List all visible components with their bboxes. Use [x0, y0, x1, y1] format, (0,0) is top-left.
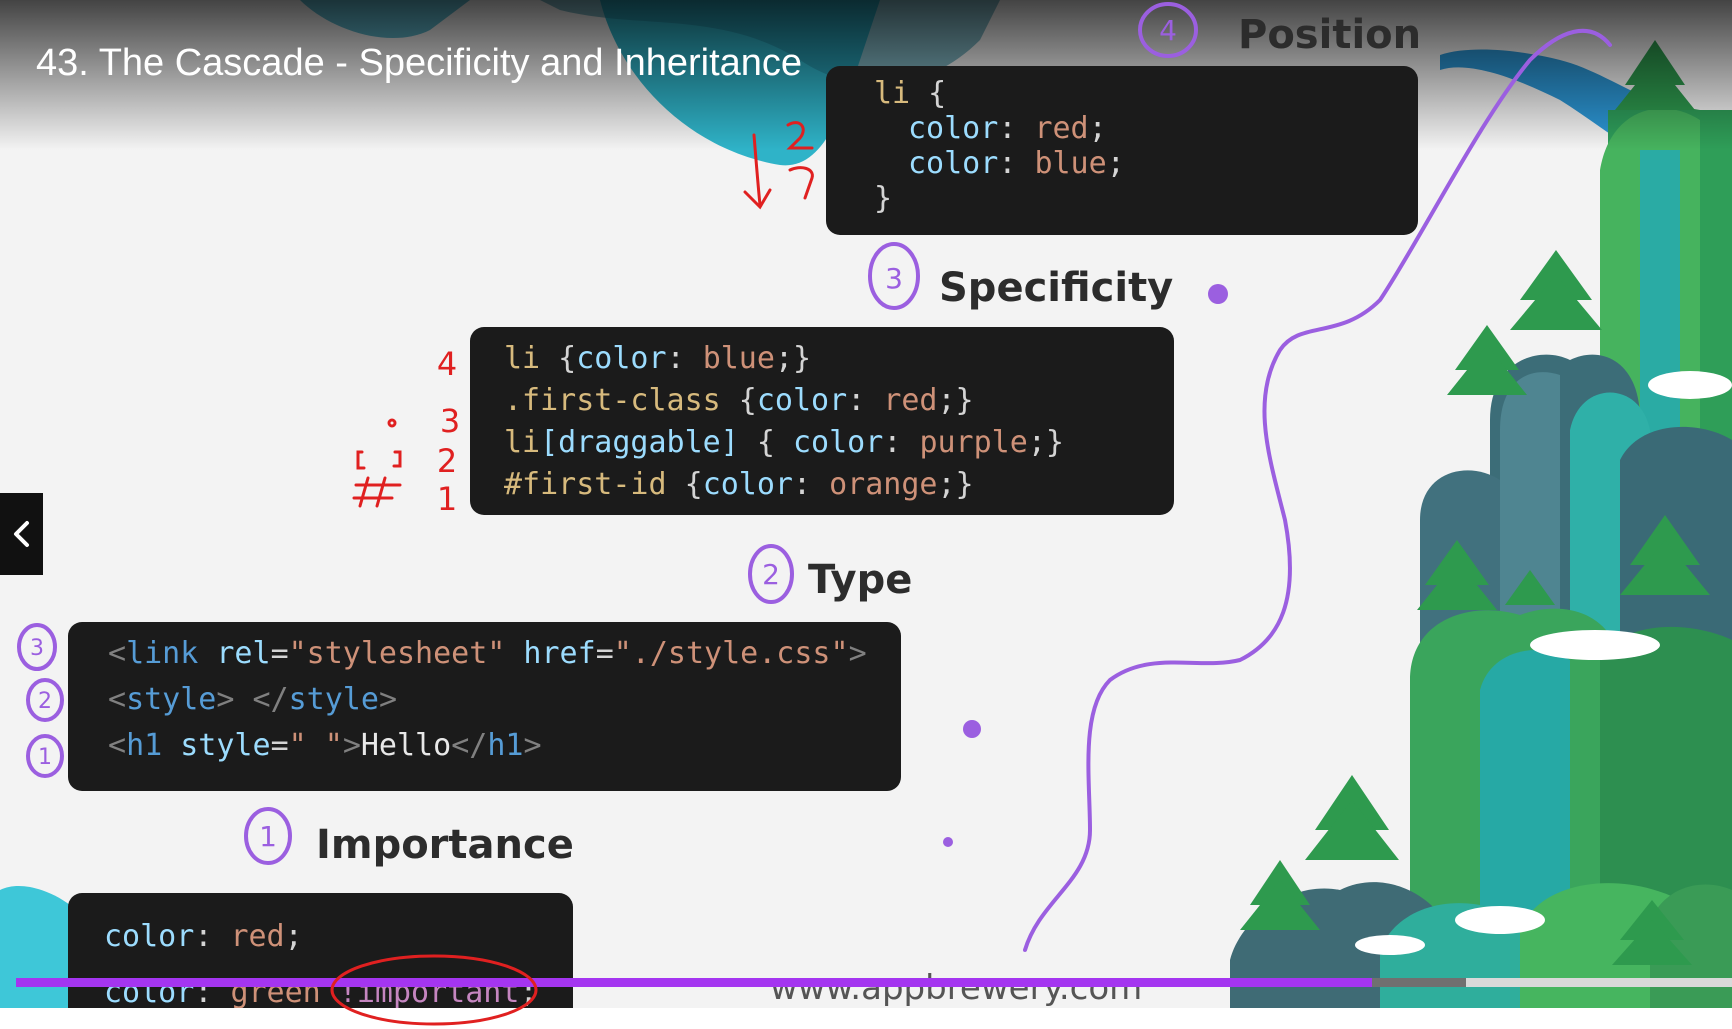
- code-bracket: <: [108, 636, 127, 671]
- code-property: color: [908, 111, 999, 146]
- code-property: color: [756, 383, 848, 418]
- code-property: color: [702, 467, 793, 502]
- code-string: "stylesheet": [288, 636, 506, 671]
- code-selector: li: [504, 341, 541, 376]
- code-selector: .first-class: [504, 383, 721, 418]
- video-title: 43. The Cascade - Specificity and Inheri…: [36, 42, 803, 84]
- code-string: "./style.css": [613, 636, 849, 671]
- code-attribute: rel: [198, 636, 271, 671]
- code-value: blue: [1034, 146, 1107, 181]
- code-tag: h1: [126, 728, 163, 763]
- type-code-block: <link rel="stylesheet" href="./style.css…: [68, 622, 901, 791]
- importance-heading: Importance: [316, 822, 574, 868]
- importance-code-block: color: red; color: green !important;: [68, 893, 573, 1008]
- position-heading: Position: [1238, 12, 1422, 58]
- code-punctuation: :: [883, 425, 920, 460]
- code-value: orange: [829, 467, 938, 502]
- code-punctuation: :: [998, 146, 1035, 181]
- code-punctuation: ;: [284, 919, 303, 954]
- code-punctuation: :: [793, 467, 830, 502]
- code-value: red: [1034, 111, 1089, 146]
- code-punctuation: =: [270, 636, 289, 671]
- code-attribute: href: [505, 636, 596, 671]
- code-property: color: [793, 425, 884, 460]
- video-progress-bar[interactable]: [16, 978, 1732, 987]
- code-selector: #first-id: [504, 467, 667, 502]
- code-punctuation: ;}: [1027, 425, 1064, 460]
- code-punctuation: ;}: [937, 467, 974, 502]
- code-property: color: [104, 919, 195, 954]
- code-value: purple: [919, 425, 1028, 460]
- code-punctuation: ;: [1088, 111, 1107, 146]
- chevron-left-icon: [13, 521, 29, 547]
- code-line: <link rel="stylesheet" href="./style.css…: [108, 636, 867, 671]
- watermark: www.appbrewery.com: [770, 968, 1143, 1008]
- code-punctuation: ;: [1106, 146, 1125, 181]
- code-line: <style> </style>: [108, 682, 397, 717]
- code-line: }: [874, 181, 893, 216]
- code-punctuation: {: [540, 341, 577, 376]
- code-punctuation: :: [194, 919, 231, 954]
- code-bracket: <: [108, 682, 127, 717]
- code-value: blue: [702, 341, 775, 376]
- code-punctuation: ;}: [774, 341, 812, 376]
- code-value: red: [883, 383, 938, 418]
- specificity-heading: Specificity: [939, 265, 1174, 311]
- specificity-code-block: li {color: blue;} .first-class {color: r…: [470, 327, 1174, 515]
- player-bottom-strip: [0, 1008, 1732, 1029]
- code-bracket: >: [378, 682, 397, 717]
- code-line: li[draggable] { color: purple;}: [504, 425, 1064, 460]
- code-punctuation: ;}: [937, 383, 974, 418]
- type-heading: Type: [808, 557, 913, 603]
- code-line: color: red;: [908, 111, 1107, 146]
- code-text: Hello: [360, 728, 452, 763]
- code-line: li {color: blue;}: [504, 341, 811, 376]
- code-selector: li: [504, 425, 541, 460]
- position-code-block: li { color: red; color: blue; }: [826, 66, 1418, 235]
- code-bracket: >: [523, 728, 542, 763]
- code-selector: li: [874, 76, 911, 111]
- code-tag: style: [288, 682, 379, 717]
- code-value: red: [230, 919, 285, 954]
- code-tag: style: [126, 682, 217, 717]
- code-punctuation: =: [270, 728, 289, 763]
- code-bracket: > </: [216, 682, 289, 717]
- code-punctuation: {: [720, 383, 757, 418]
- code-line: .first-class {color: red;}: [504, 383, 974, 418]
- code-line: color: red;: [104, 919, 303, 954]
- video-player[interactable]: 43. The Cascade - Specificity and Inheri…: [0, 0, 1732, 1008]
- code-property: color: [576, 341, 667, 376]
- code-bracket: </: [451, 728, 488, 763]
- code-tag: h1: [487, 728, 524, 763]
- code-punctuation: {: [910, 76, 947, 111]
- code-line: <h1 style=" ">Hello</h1>: [108, 728, 542, 763]
- code-punctuation: =: [595, 636, 614, 671]
- previous-lecture-button[interactable]: [0, 493, 43, 575]
- code-attribute: style: [162, 728, 271, 763]
- code-bracket: >: [848, 636, 867, 671]
- code-bracket: <: [108, 728, 127, 763]
- code-tag: link: [126, 636, 199, 671]
- code-line: #first-id {color: orange;}: [504, 467, 974, 502]
- progress-played: [16, 978, 1372, 987]
- code-punctuation: {: [666, 467, 703, 502]
- code-string: " ": [288, 728, 343, 763]
- code-line: li {: [874, 76, 946, 111]
- code-punctuation: :: [998, 111, 1035, 146]
- code-attribute-selector: [draggable]: [540, 425, 739, 460]
- code-bracket: >: [342, 728, 361, 763]
- code-punctuation: :: [847, 383, 884, 418]
- code-property: color: [908, 146, 999, 181]
- code-punctuation: {: [738, 425, 793, 460]
- code-punctuation: :: [666, 341, 703, 376]
- code-line: color: blue;: [908, 146, 1125, 181]
